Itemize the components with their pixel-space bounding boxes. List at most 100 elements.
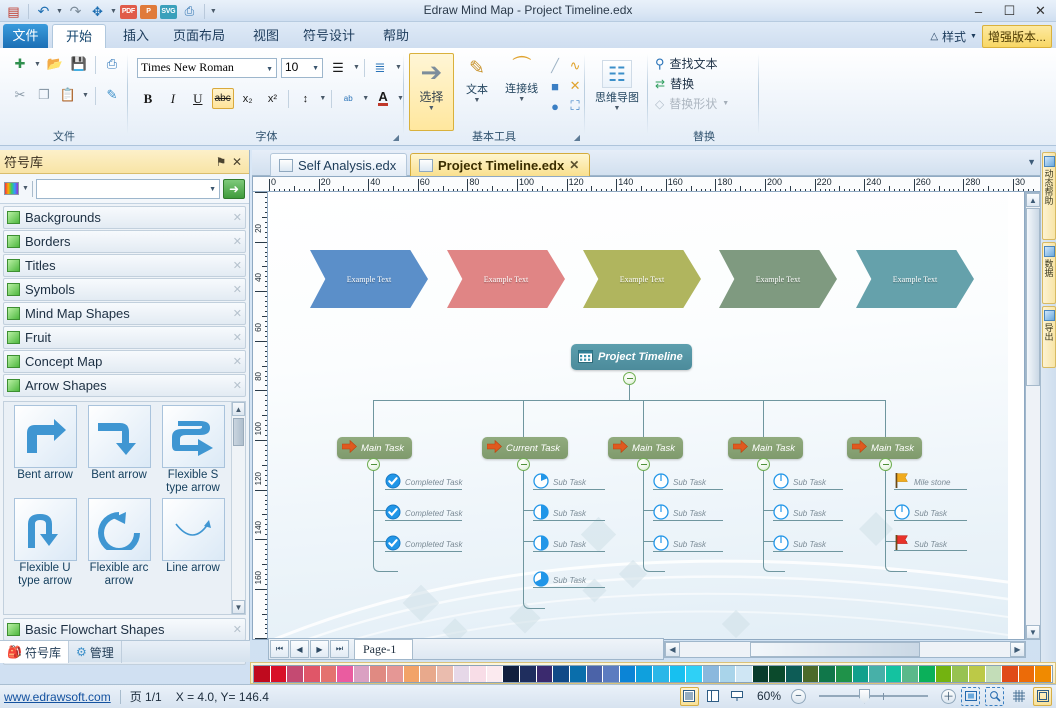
- color-swatch[interactable]: [952, 666, 969, 682]
- collapse-toggle-4[interactable]: [757, 458, 770, 471]
- color-swatch[interactable]: [503, 666, 520, 682]
- highlight-dropdown-caret[interactable]: ▼: [362, 95, 369, 102]
- presentation-view-button[interactable]: [728, 687, 747, 706]
- color-swatch[interactable]: [303, 666, 321, 682]
- export-tab[interactable]: 导出: [1042, 306, 1056, 368]
- bold-button[interactable]: B: [137, 88, 159, 109]
- timeline-chevron-5[interactable]: Example Text: [856, 250, 974, 308]
- style-menu-button[interactable]: △ 样式 ▼: [930, 28, 977, 45]
- connector-dropdown-caret[interactable]: ▼: [518, 96, 525, 103]
- color-swatch-row[interactable]: [253, 665, 1053, 683]
- dynamic-help-tab[interactable]: 动态帮助: [1042, 152, 1056, 240]
- shape-item-arc-arrow[interactable]: Flexible arc arrow: [83, 498, 155, 588]
- crop-tool-icon[interactable]: ⛶: [565, 96, 585, 116]
- text-dropdown-caret[interactable]: ▼: [474, 97, 481, 104]
- color-swatch[interactable]: [287, 666, 304, 682]
- tab-file[interactable]: 文件: [3, 24, 48, 48]
- sub-node-5-3[interactable]: Sub Task: [894, 534, 947, 554]
- color-swatch[interactable]: [453, 666, 471, 682]
- library-item-fruit[interactable]: Fruit ✕: [3, 326, 246, 349]
- save-icon[interactable]: 💾: [69, 54, 89, 74]
- close-icon[interactable]: ✕: [233, 259, 242, 272]
- cut-icon[interactable]: ✂: [10, 85, 30, 105]
- color-swatch[interactable]: [835, 666, 853, 682]
- color-swatch[interactable]: [669, 666, 687, 682]
- vscroll-thumb[interactable]: [1026, 208, 1040, 386]
- collapse-toggle-1[interactable]: [367, 458, 380, 471]
- color-swatch[interactable]: [536, 666, 554, 682]
- shape-item-u-arrow[interactable]: Flexible U type arrow: [9, 498, 81, 588]
- tab-view[interactable]: 视图: [240, 24, 292, 48]
- main-node-2[interactable]: Current Task: [482, 437, 569, 459]
- color-swatch[interactable]: [420, 666, 437, 682]
- shape-item-line-arrow[interactable]: Line arrow: [157, 498, 229, 588]
- collapse-toggle-2[interactable]: [517, 458, 530, 471]
- text-highlight-icon[interactable]: ab: [337, 88, 359, 109]
- font-name-input[interactable]: Times New Roman ▼: [137, 57, 277, 78]
- doc-tabs-overflow-caret[interactable]: ▼: [1027, 157, 1036, 167]
- split-view-button[interactable]: [704, 687, 723, 706]
- data-tab[interactable]: 数据: [1042, 242, 1056, 304]
- close-icon[interactable]: ✕: [233, 623, 242, 636]
- new-document-icon[interactable]: ✚: [10, 54, 30, 74]
- prev-page-button[interactable]: ◀: [290, 640, 309, 658]
- rectangle-tool-icon[interactable]: ■: [545, 76, 565, 96]
- shape-item-s-arrow[interactable]: Flexible S type arrow: [157, 405, 229, 495]
- fit-page-button[interactable]: [961, 686, 980, 706]
- spacing-dropdown-caret[interactable]: ▼: [319, 95, 326, 102]
- format-painter-icon[interactable]: ✎: [102, 85, 122, 105]
- scroll-down-icon[interactable]: ▼: [1026, 625, 1040, 639]
- color-swatch[interactable]: [686, 666, 703, 682]
- color-swatch[interactable]: [320, 666, 338, 682]
- search-input[interactable]: ▼: [35, 178, 220, 199]
- shape-item-bent-arrow-2[interactable]: Bent arrow: [83, 405, 155, 495]
- tab-manage[interactable]: ⚙ 管理: [69, 641, 122, 663]
- color-swatch[interactable]: [436, 666, 454, 682]
- color-swatch[interactable]: [486, 666, 504, 682]
- library-item-borders[interactable]: Borders ✕: [3, 230, 246, 253]
- library-item-basic-flowchart-shapes[interactable]: Basic Flowchart Shapes ✕: [3, 618, 246, 641]
- close-icon[interactable]: ✕: [233, 307, 242, 320]
- copy-icon[interactable]: ❐: [34, 85, 54, 105]
- color-swatch[interactable]: [985, 666, 1003, 682]
- list-dropdown-caret[interactable]: ▼: [395, 64, 402, 71]
- mindmap-button[interactable]: ☷ 思维导图 ▼: [588, 56, 646, 112]
- color-swatch[interactable]: [786, 666, 803, 682]
- color-swatch[interactable]: [553, 666, 570, 682]
- first-page-button[interactable]: ⏮: [270, 640, 289, 658]
- replace-shape-button[interactable]: ◇ 替换形状 ▼: [655, 95, 759, 112]
- print-icon[interactable]: ⎙: [102, 54, 122, 74]
- close-icon[interactable]: ✕: [233, 283, 242, 296]
- zoom-region-button[interactable]: [985, 686, 1004, 706]
- open-document-icon[interactable]: 📂: [45, 54, 65, 74]
- color-swatch[interactable]: [1035, 666, 1052, 682]
- color-swatch[interactable]: [403, 666, 421, 682]
- color-swatch[interactable]: [885, 666, 903, 682]
- connector-tool-button[interactable]: ⏜ 连接线 ▼: [500, 53, 543, 103]
- library-item-concept-map[interactable]: Concept Map ✕: [3, 350, 246, 373]
- underline-button[interactable]: U: [187, 88, 209, 109]
- font-color-icon[interactable]: A: [372, 88, 394, 109]
- collapse-toggle-root[interactable]: [623, 372, 636, 385]
- color-swatch[interactable]: [1018, 666, 1036, 682]
- zoom-out-button[interactable]: −: [791, 688, 806, 704]
- color-swatch[interactable]: [752, 666, 770, 682]
- close-button[interactable]: ✕: [1025, 0, 1056, 22]
- color-swatch[interactable]: [702, 666, 720, 682]
- close-icon[interactable]: ✕: [569, 158, 579, 172]
- close-icon[interactable]: ✕: [233, 331, 242, 344]
- color-swatch[interactable]: [619, 666, 637, 682]
- color-swatch[interactable]: [902, 666, 919, 682]
- last-page-button[interactable]: ⏭: [330, 640, 349, 658]
- palette-icon[interactable]: [4, 182, 19, 195]
- minimize-button[interactable]: –: [963, 0, 994, 22]
- scroll-right-icon[interactable]: ▶: [1010, 642, 1025, 657]
- chevron-down-icon[interactable]: ▼: [266, 65, 273, 73]
- paste-icon[interactable]: 📋: [58, 85, 78, 105]
- tab-page-layout[interactable]: 页面布局: [160, 24, 238, 48]
- palette-dropdown-caret[interactable]: ▼: [22, 185, 29, 192]
- collapse-toggle-3[interactable]: [637, 458, 650, 471]
- color-swatch[interactable]: [636, 666, 653, 682]
- ellipse-tool-icon[interactable]: ●: [545, 96, 565, 116]
- superscript-button[interactable]: x²: [262, 88, 284, 109]
